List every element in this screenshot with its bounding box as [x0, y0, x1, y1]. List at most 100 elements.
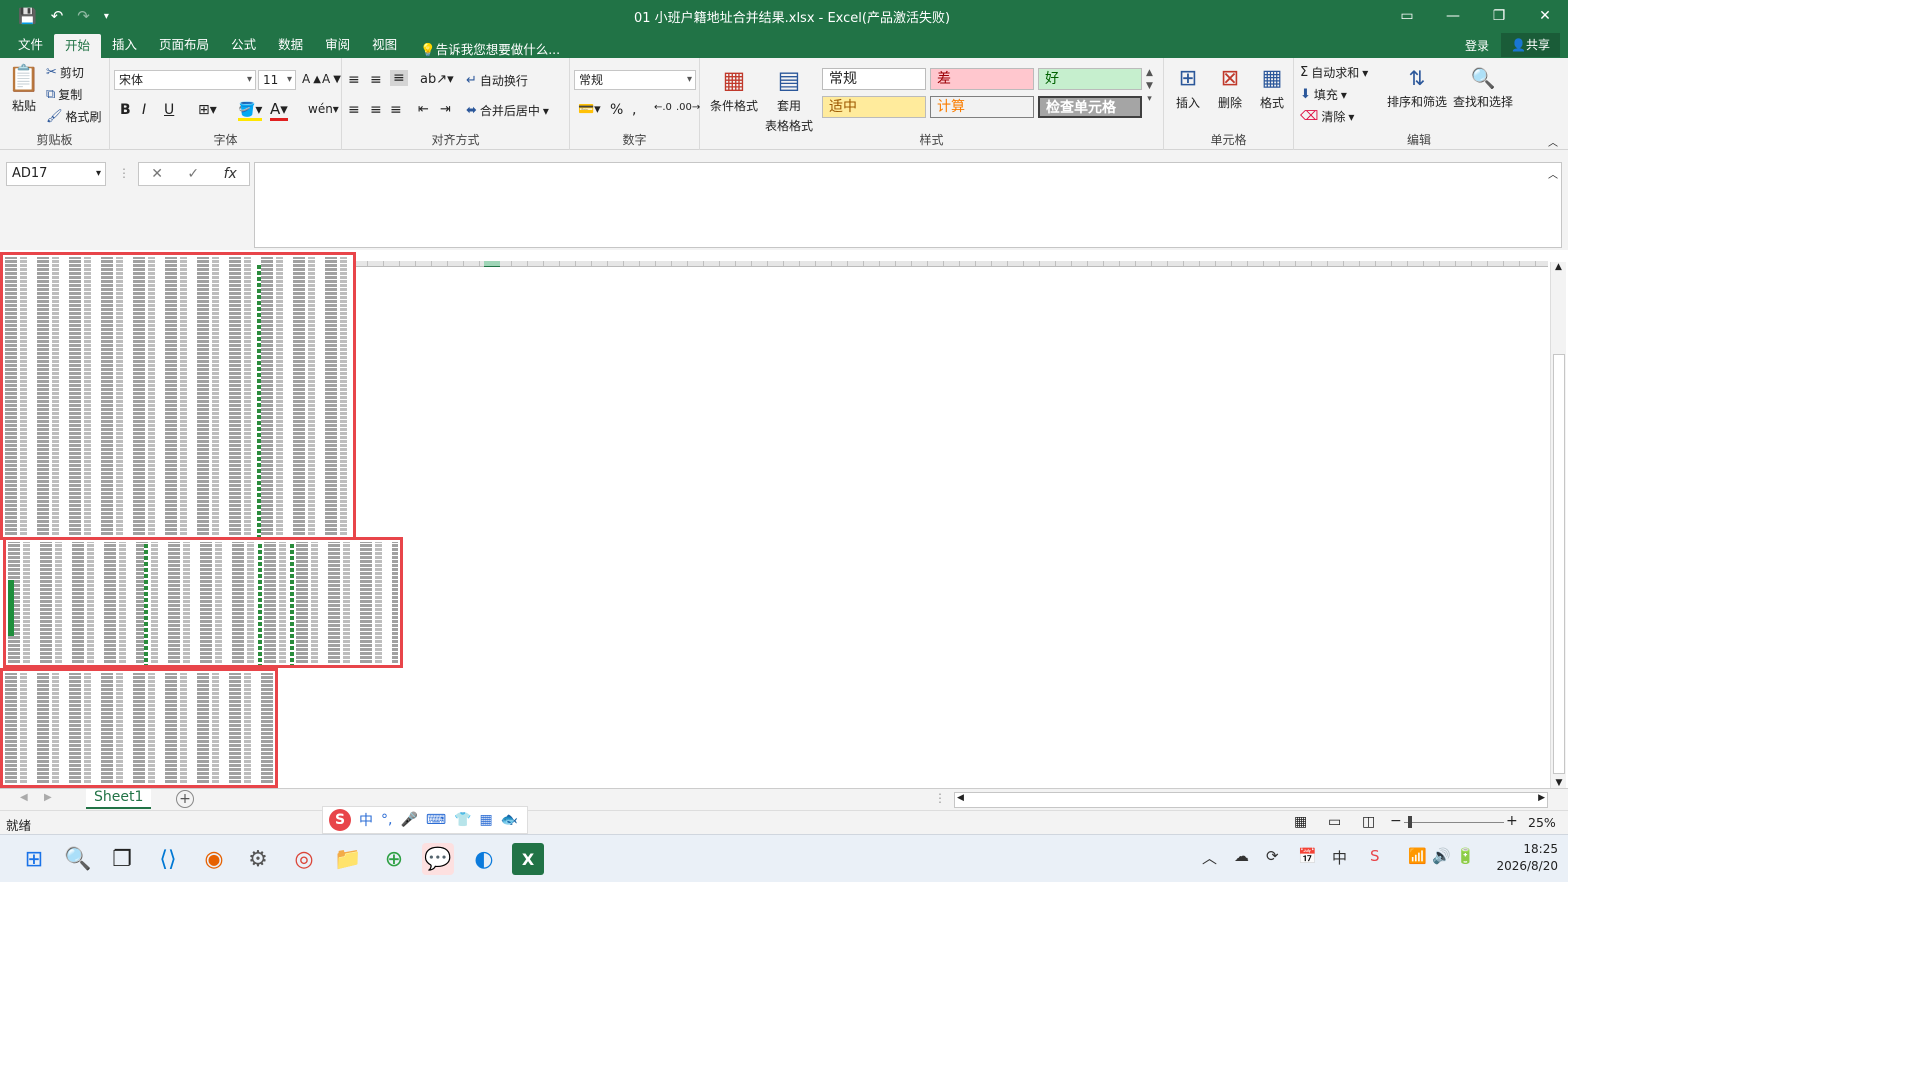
- tab-home[interactable]: 开始: [54, 34, 102, 58]
- punctuation-icon[interactable]: °,: [381, 812, 392, 828]
- page-break-view-icon[interactable]: ◫: [1362, 814, 1375, 830]
- start-windows-icon[interactable]: ⊞: [18, 843, 50, 875]
- keyboard-icon[interactable]: ⌨: [426, 812, 446, 828]
- scroll-left-icon[interactable]: ◀: [957, 793, 964, 803]
- embedded-image-3[interactable]: [0, 668, 278, 788]
- clear-button[interactable]: ⌫ 清除 ▾: [1300, 108, 1354, 125]
- percent-button[interactable]: %: [610, 102, 623, 118]
- orientation-icon[interactable]: ab↗▾: [420, 72, 454, 87]
- underline-button[interactable]: U: [164, 102, 174, 118]
- sort-filter-button[interactable]: ⇅ 排序和筛选: [1386, 66, 1448, 110]
- zoom-slider[interactable]: [1404, 822, 1504, 823]
- font-color-icon[interactable]: A▾: [270, 100, 288, 121]
- scroll-right-icon[interactable]: ▶: [1538, 793, 1545, 803]
- toolbox-icon[interactable]: ▦: [480, 812, 493, 828]
- insert-function-button[interactable]: fx: [224, 166, 237, 182]
- decrease-decimal-icon[interactable]: .00→: [676, 102, 700, 113]
- microphone-icon[interactable]: 🎤: [400, 812, 417, 828]
- edge-icon[interactable]: ◐: [468, 843, 500, 875]
- scroll-down-icon[interactable]: ▼: [1551, 778, 1567, 788]
- sheet-tab-sheet1[interactable]: Sheet1: [86, 789, 152, 809]
- format-cells-button[interactable]: ▦ 格式: [1254, 66, 1290, 111]
- tray-sync-icon[interactable]: ⟳: [1266, 847, 1279, 865]
- font-name-select[interactable]: 宋体: [114, 70, 256, 90]
- tab-file[interactable]: 文件: [0, 32, 54, 58]
- zoom-slider-thumb[interactable]: [1408, 816, 1412, 828]
- login-link[interactable]: 登录: [1453, 37, 1501, 54]
- format-painter-button[interactable]: 🖌 格式刷: [46, 108, 102, 125]
- copy-button[interactable]: ⧉ 复制: [46, 86, 82, 103]
- number-format-select[interactable]: 常规: [574, 70, 696, 90]
- excel-icon[interactable]: X: [512, 843, 544, 875]
- paste-button[interactable]: 📋 粘贴: [8, 64, 40, 114]
- zoom-level[interactable]: 25%: [1528, 815, 1556, 830]
- mascot-icon[interactable]: 🐟: [501, 812, 518, 828]
- name-box-dropdown-icon[interactable]: ▾: [96, 163, 101, 185]
- settings-gear-icon[interactable]: ⚙: [242, 843, 274, 875]
- align-top-icon[interactable]: ≡: [348, 72, 360, 88]
- undo-icon[interactable]: ↶: [51, 7, 64, 25]
- tray-sogou-icon[interactable]: S: [1370, 847, 1380, 865]
- insert-cells-button[interactable]: ⊞ 插入: [1170, 66, 1206, 111]
- font-size-select[interactable]: 11: [258, 70, 296, 90]
- tab-data[interactable]: 数据: [267, 32, 314, 58]
- firefox-icon[interactable]: ◉: [198, 843, 230, 875]
- increase-indent-icon[interactable]: ⇥: [440, 102, 451, 117]
- tray-ime-icon[interactable]: 中: [1332, 847, 1347, 868]
- style-normal[interactable]: 常规: [822, 68, 926, 90]
- cut-button[interactable]: ✂ 剪切: [46, 64, 84, 81]
- vscode-icon[interactable]: ⟨⟩: [152, 843, 184, 875]
- tell-me-search[interactable]: 💡告诉我您想要做什么...: [408, 39, 560, 58]
- align-middle-icon[interactable]: ≡: [370, 72, 382, 88]
- phonetic-guide-icon[interactable]: wén▾: [308, 102, 339, 116]
- horizontal-scrollbar[interactable]: ◀ ▶: [954, 792, 1548, 808]
- chrome-icon[interactable]: ◎: [288, 843, 320, 875]
- borders-icon[interactable]: ⊞▾: [198, 102, 217, 118]
- expand-formula-icon[interactable]: ︿: [1548, 166, 1558, 181]
- sogou-logo-icon[interactable]: S: [329, 809, 351, 831]
- tab-view[interactable]: 视图: [361, 32, 408, 58]
- decrease-indent-icon[interactable]: ⇤: [418, 102, 429, 117]
- grow-font-icon[interactable]: A ▲: [302, 72, 321, 86]
- wechat-icon[interactable]: 💬: [422, 843, 454, 875]
- sheet-nav-prev-icon[interactable]: ◀: [20, 792, 28, 803]
- ime-mode-toggle[interactable]: 中: [359, 810, 373, 830]
- fill-button[interactable]: ⬇ 填充 ▾: [1300, 86, 1347, 103]
- quick-access-dropdown-icon[interactable]: ▾: [104, 11, 109, 22]
- file-explorer-icon[interactable]: 📁: [332, 843, 364, 875]
- tab-insert[interactable]: 插入: [101, 32, 148, 58]
- zoom-out-button[interactable]: −: [1390, 813, 1402, 829]
- name-box[interactable]: AD17 ▾: [6, 162, 106, 186]
- share-button[interactable]: 👤共享: [1501, 33, 1560, 57]
- tray-meeting-icon[interactable]: 📅: [1298, 847, 1317, 865]
- align-bottom-icon[interactable]: ≡: [390, 70, 408, 86]
- autosum-button[interactable]: Σ 自动求和 ▾: [1300, 64, 1368, 81]
- sheet-nav-next-icon[interactable]: ▶: [44, 792, 52, 803]
- shrink-font-icon[interactable]: A ▼: [322, 72, 341, 86]
- format-as-table-button[interactable]: ▤ 套用 表格格式: [760, 66, 818, 134]
- battery-icon[interactable]: 🔋: [1456, 847, 1475, 865]
- style-bad[interactable]: 差: [930, 68, 1034, 90]
- wifi-icon[interactable]: 📶: [1408, 847, 1427, 865]
- tray-chevron-icon[interactable]: ︿: [1202, 847, 1217, 868]
- align-center-icon[interactable]: ≡: [370, 102, 382, 118]
- add-sheet-button[interactable]: +: [176, 790, 194, 808]
- ribbon-display-options-icon[interactable]: ▭: [1384, 0, 1430, 32]
- fill-color-icon[interactable]: 🪣▾: [238, 102, 263, 121]
- vertical-scroll-thumb[interactable]: [1553, 354, 1565, 774]
- tray-app-icon[interactable]: ☁: [1234, 847, 1249, 865]
- italic-button[interactable]: I: [142, 102, 146, 118]
- conditional-format-button[interactable]: ▦ 条件格式: [706, 66, 762, 114]
- normal-view-icon[interactable]: ▦: [1294, 814, 1307, 830]
- align-left-icon[interactable]: ≡: [348, 102, 360, 118]
- delete-cells-button[interactable]: ⊠ 删除: [1212, 66, 1248, 111]
- app-green-icon[interactable]: ⊕: [378, 843, 410, 875]
- search-icon[interactable]: 🔍: [62, 843, 94, 875]
- styles-scroll-icon[interactable]: ▲ ▼ ▾: [1146, 68, 1153, 104]
- embedded-image-2[interactable]: [3, 537, 403, 668]
- style-neutral[interactable]: 适中: [822, 96, 926, 118]
- style-good[interactable]: 好: [1038, 68, 1142, 90]
- skin-icon[interactable]: 👕: [454, 812, 471, 828]
- increase-decimal-icon[interactable]: ←.0: [654, 102, 672, 113]
- page-layout-view-icon[interactable]: ▭: [1328, 814, 1341, 830]
